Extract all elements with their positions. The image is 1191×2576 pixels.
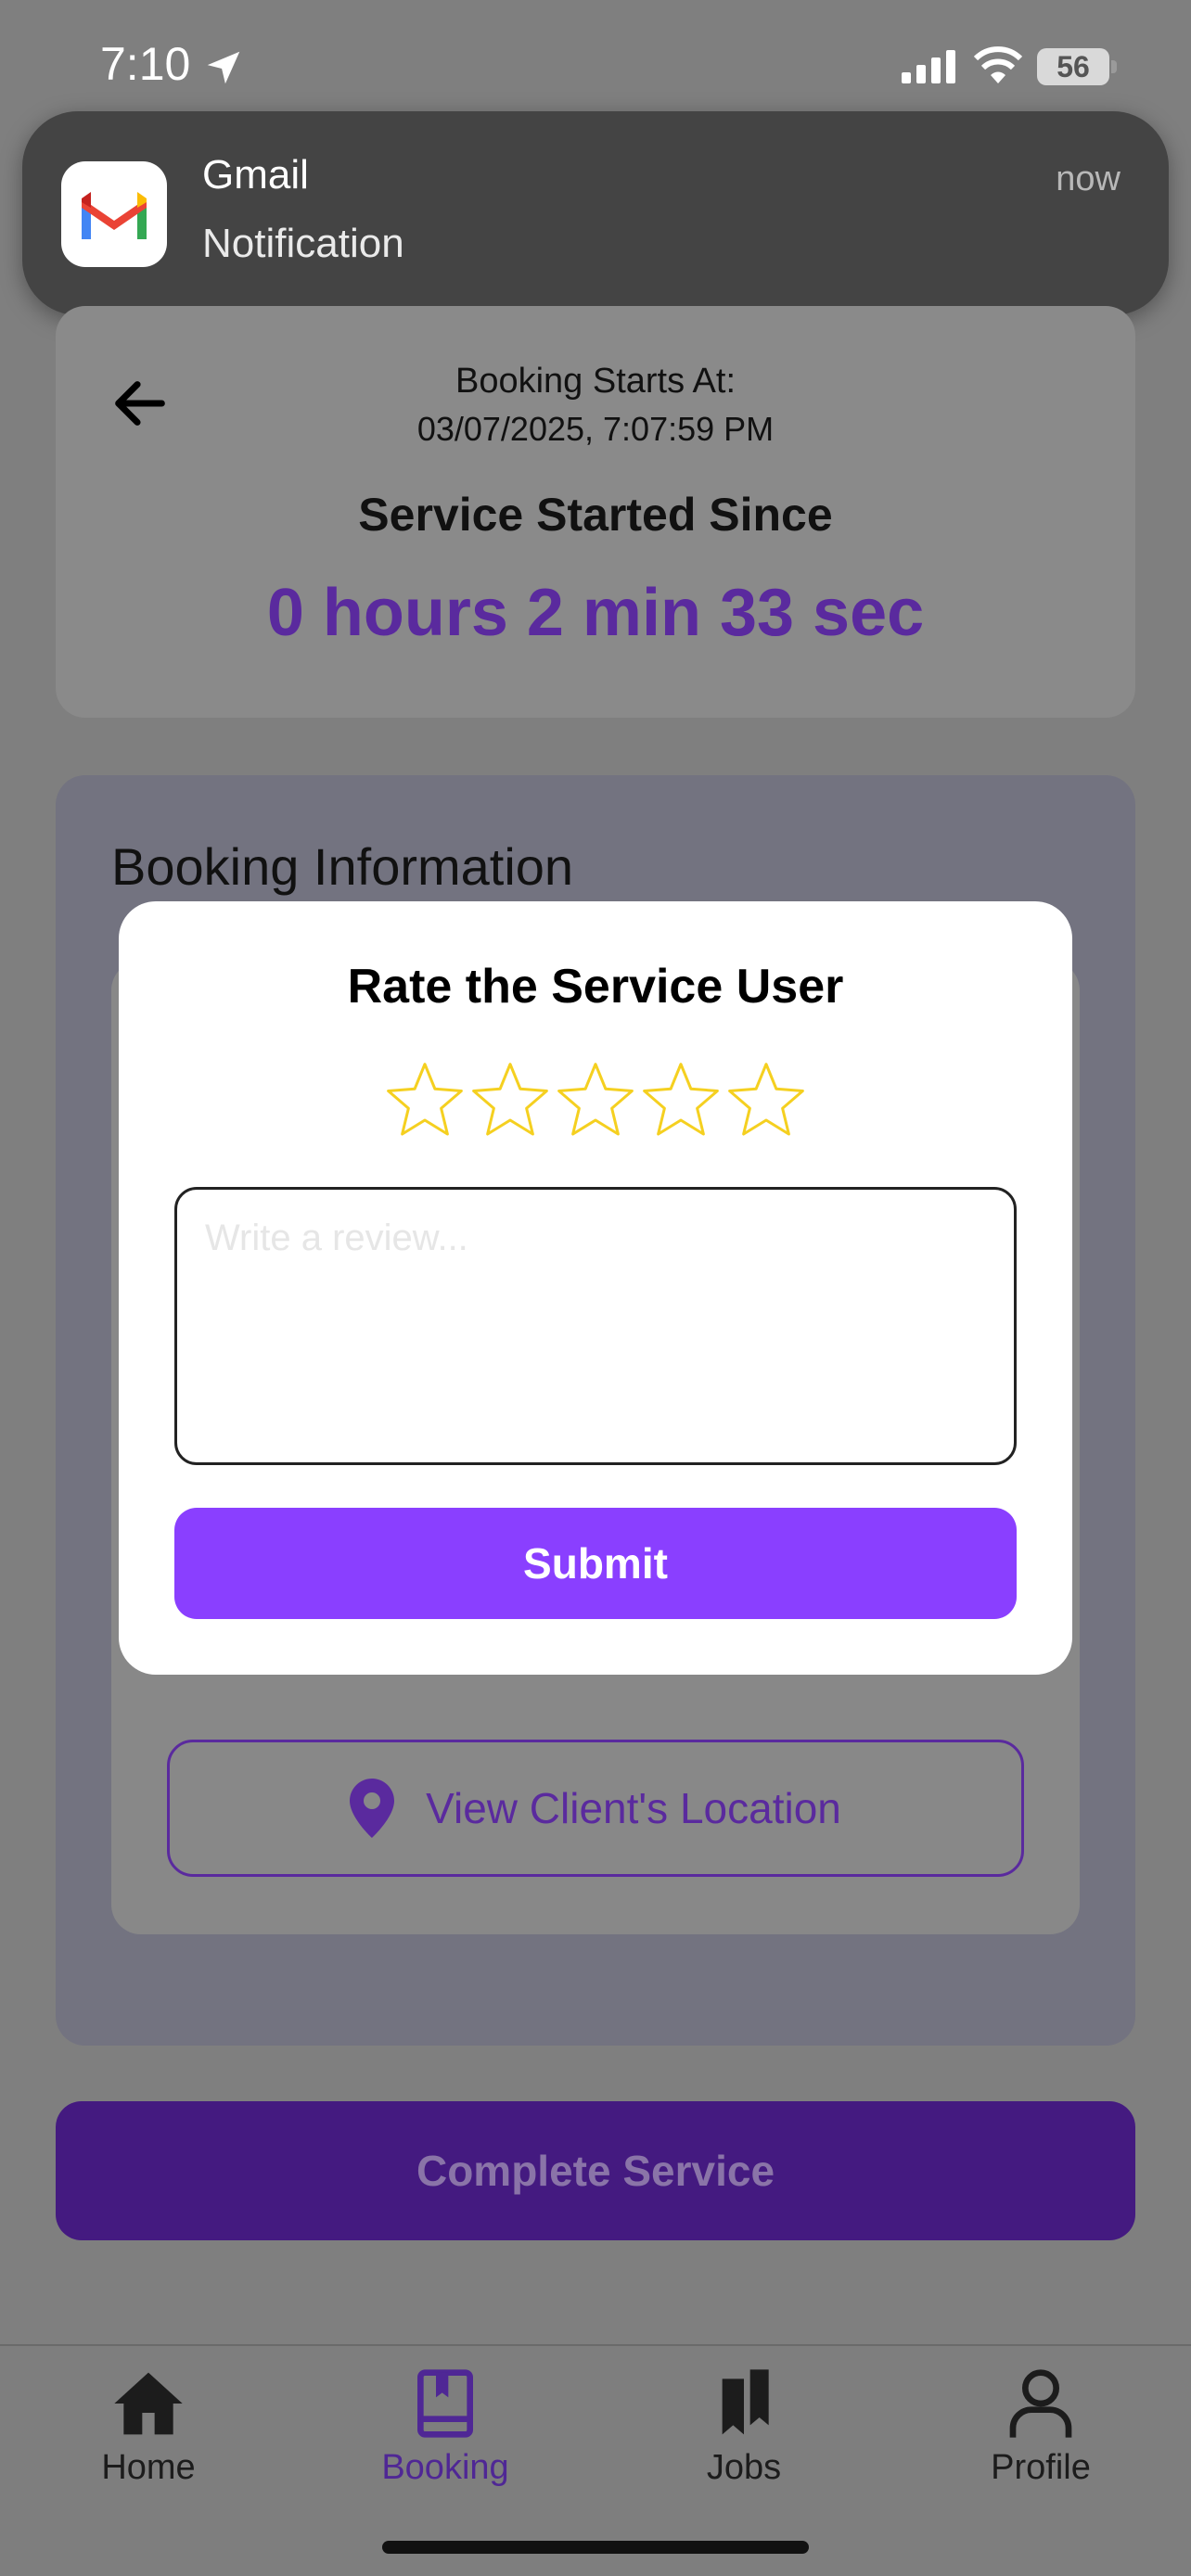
gmail-notification[interactable]: Gmail Notification now xyxy=(22,111,1169,315)
notification-app-name: Gmail xyxy=(202,152,309,198)
view-client-location-label: View Client's Location xyxy=(426,1784,841,1832)
star-icon[interactable] xyxy=(554,1059,637,1142)
review-textarea[interactable] xyxy=(174,1187,1017,1465)
person-icon xyxy=(1009,2369,1072,2438)
tab-profile-label: Profile xyxy=(991,2448,1091,2487)
tab-booking[interactable]: Booking xyxy=(334,2366,557,2506)
tab-jobs[interactable]: Jobs xyxy=(633,2366,855,2506)
cellular-signal-icon xyxy=(902,50,955,83)
status-time: 7:10 xyxy=(100,38,191,90)
submit-button[interactable]: Submit xyxy=(174,1508,1017,1619)
complete-service-label: Complete Service xyxy=(416,2147,775,2195)
gmail-icon xyxy=(61,161,167,267)
home-indicator[interactable] xyxy=(382,2541,809,2554)
complete-service-button[interactable]: Complete Service xyxy=(56,2101,1135,2240)
booking-starts-value: 03/07/2025, 7:07:59 PM xyxy=(416,410,775,448)
notification-time: now xyxy=(1056,159,1121,198)
location-arrow-icon xyxy=(207,51,240,84)
tab-home[interactable]: Home xyxy=(37,2366,260,2506)
tab-home-label: Home xyxy=(101,2448,196,2487)
rating-modal: Rate the Service User Submit xyxy=(119,901,1072,1675)
service-started-title: Service Started Since xyxy=(358,489,833,541)
booking-information-title: Booking Information xyxy=(111,837,574,896)
tab-booking-label: Booking xyxy=(381,2448,509,2487)
star-icon[interactable] xyxy=(383,1059,467,1142)
rating-modal-title: Rate the Service User xyxy=(347,960,844,1014)
wifi-icon xyxy=(973,46,1023,83)
star-icon[interactable] xyxy=(639,1059,723,1142)
battery-cap xyxy=(1111,60,1117,73)
booking-starts-label: Booking Starts At: xyxy=(455,362,736,401)
star-icon[interactable] xyxy=(724,1059,808,1142)
app-screen: 7:10 56 Gmail Notification now Booking S… xyxy=(0,0,1191,2576)
star-rating xyxy=(119,1059,1072,1142)
bookmarks-icon xyxy=(722,2369,769,2435)
notification-body: Notification xyxy=(202,221,404,266)
star-icon[interactable] xyxy=(468,1059,552,1142)
battery-indicator: 56 xyxy=(1037,48,1117,85)
map-pin-icon xyxy=(350,1779,395,1838)
booking-timer-card: Booking Starts At: 03/07/2025, 7:07:59 P… xyxy=(56,306,1135,718)
view-client-location-button[interactable]: View Client's Location xyxy=(167,1740,1024,1877)
tab-jobs-label: Jobs xyxy=(706,2448,782,2487)
battery-level: 56 xyxy=(1037,48,1109,85)
book-icon xyxy=(417,2369,473,2438)
tab-profile[interactable]: Profile xyxy=(929,2366,1152,2506)
home-icon xyxy=(114,2372,183,2435)
service-timer: 0 hours 2 min 33 sec xyxy=(266,576,925,650)
